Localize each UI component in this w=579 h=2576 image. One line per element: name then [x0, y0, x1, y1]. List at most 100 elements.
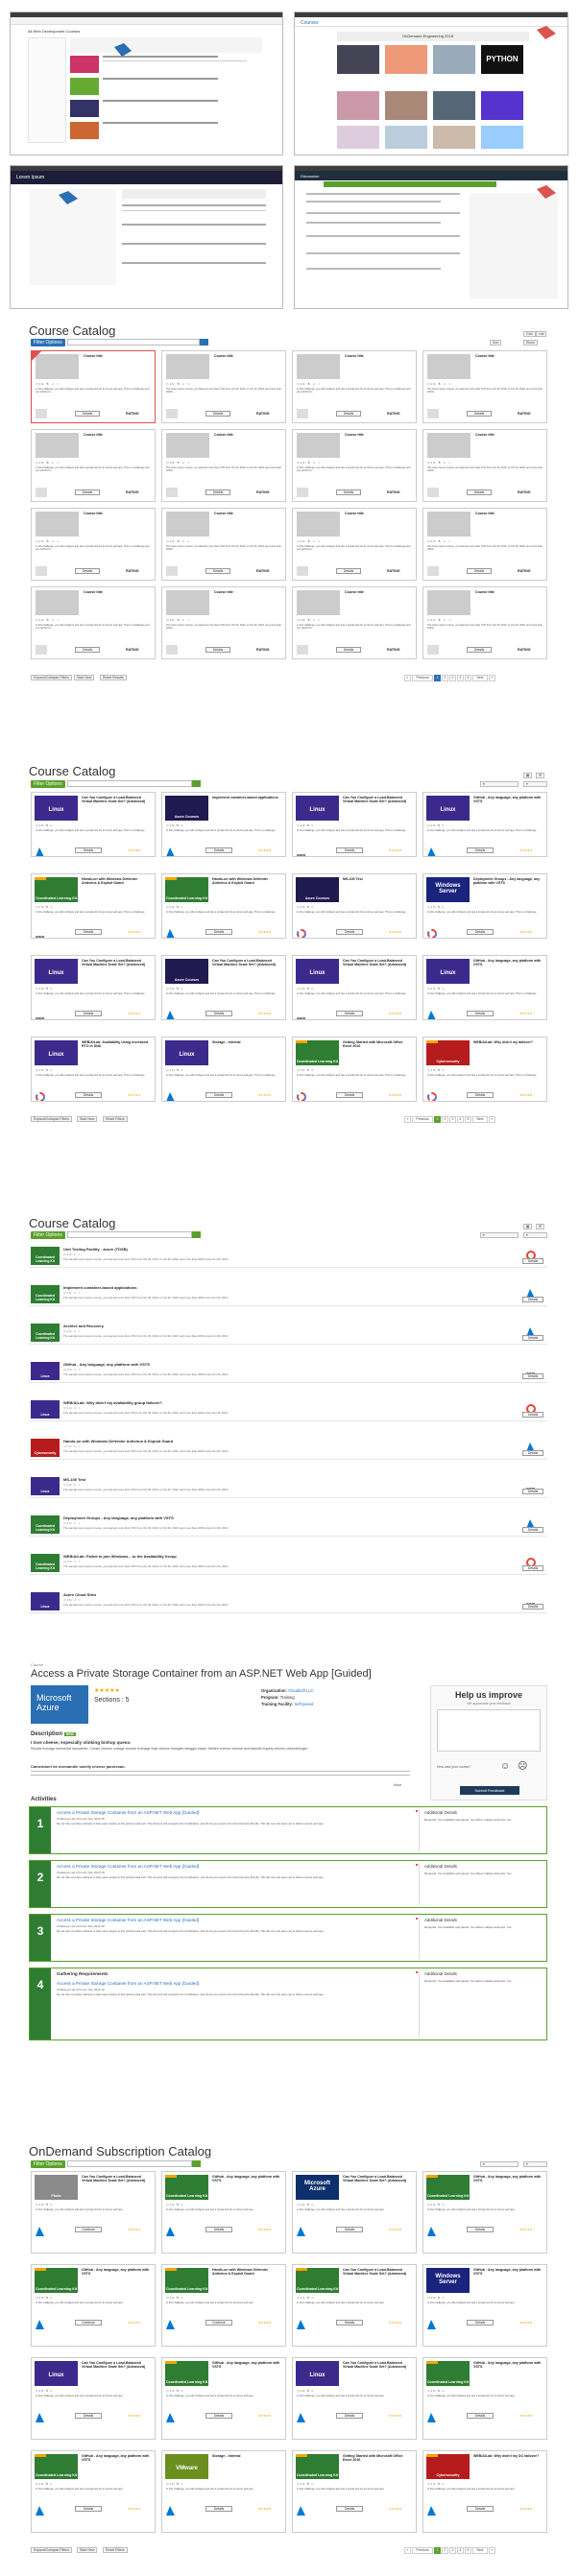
details-button[interactable]: Details [336, 568, 361, 574]
page-button[interactable]: 4 [457, 1116, 464, 1123]
details-button[interactable]: Details [75, 568, 100, 574]
details-button[interactable]: Details [467, 847, 494, 853]
details-button[interactable]: Details [75, 647, 100, 653]
last-page-button[interactable]: » [489, 1116, 495, 1123]
start-new-button[interactable]: Start New [77, 1116, 98, 1122]
next-page-button[interactable]: Next [472, 2547, 488, 2554]
search-button[interactable] [200, 339, 208, 346]
next-page-button[interactable]: Next [472, 1116, 488, 1123]
more-link[interactable]: More [394, 1783, 401, 1787]
details-button[interactable]: Details [205, 1092, 232, 1098]
details-button[interactable]: Details [336, 2320, 363, 2326]
details-button[interactable]: Details [467, 411, 492, 417]
sort-select[interactable]: Sort [490, 340, 502, 346]
sort-select[interactable]: ▾ [480, 2161, 519, 2167]
details-button[interactable]: Continue [205, 2320, 232, 2326]
grid-view-button[interactable]: Grid [523, 331, 536, 337]
filter-options-button[interactable]: Filter Options [31, 1231, 65, 1239]
show-select[interactable]: ▾ [523, 2161, 547, 2167]
page-button[interactable]: 5 [465, 2547, 471, 2554]
search-button[interactable] [192, 2160, 201, 2167]
details-button[interactable]: Details [75, 2413, 102, 2419]
feedback-textarea[interactable] [437, 1709, 541, 1752]
details-button[interactable]: Details [522, 1373, 543, 1379]
details-button[interactable]: Details [522, 1604, 543, 1610]
details-button[interactable]: Details [522, 1527, 543, 1533]
filter-options-button[interactable]: Filter Options [31, 2160, 65, 2168]
grid-view-button[interactable]: ▦ [523, 773, 533, 778]
details-button[interactable]: Details [75, 929, 102, 935]
details-button[interactable]: Details [75, 1092, 102, 1098]
last-page-button[interactable]: » [489, 675, 495, 681]
list-view-button[interactable]: ☰ [536, 1224, 545, 1229]
details-button[interactable]: Details [205, 2506, 232, 2512]
details-button[interactable]: Details [205, 1011, 232, 1016]
details-button[interactable]: Details [467, 2413, 494, 2419]
last-page-button[interactable]: » [489, 2547, 495, 2554]
show-select[interactable]: ▾ [523, 1232, 547, 1238]
details-button[interactable]: Details [75, 2506, 102, 2512]
details-button[interactable]: Details [467, 2227, 494, 2232]
details-button[interactable]: Details [522, 1489, 543, 1494]
reset-filters-button[interactable]: Reset Filters [103, 2547, 128, 2553]
details-button[interactable]: Details [336, 647, 361, 653]
details-button[interactable]: Details [205, 568, 230, 574]
sort-select[interactable]: ▾ [480, 781, 519, 787]
details-button[interactable]: Details [336, 2413, 363, 2419]
prev-page-button[interactable]: Previous [412, 2547, 433, 2554]
search-button[interactable] [192, 1231, 201, 1238]
details-button[interactable]: Details [205, 2413, 232, 2419]
details-button[interactable]: Details [205, 929, 232, 935]
details-button[interactable]: Details [205, 489, 230, 495]
first-page-button[interactable]: « [404, 2547, 411, 2554]
page-button[interactable]: 4 [457, 675, 464, 681]
submit-feedback-button[interactable]: Submit Feedback [460, 1786, 519, 1795]
details-button[interactable]: Details [467, 1011, 494, 1016]
page-button[interactable]: 1 [434, 675, 441, 681]
activity-title[interactable]: Access a Private Storage Container from … [57, 1918, 199, 1922]
details-button[interactable]: Details [522, 1335, 543, 1341]
reset-filters-button[interactable]: Reset Filters [103, 1116, 128, 1122]
details-button[interactable]: Details [467, 647, 492, 653]
details-button[interactable]: Details [522, 1412, 543, 1418]
details-button[interactable]: Details [205, 647, 230, 653]
details-button[interactable]: Continue [75, 2320, 102, 2326]
first-page-button[interactable]: « [404, 1116, 411, 1123]
filter-options-button[interactable]: Filter Options [31, 780, 65, 788]
details-button[interactable]: Details [336, 489, 361, 495]
list-view-button[interactable]: ☰ [536, 773, 545, 778]
details-button[interactable]: Details [467, 489, 492, 495]
first-page-button[interactable]: « [404, 675, 411, 681]
page-button[interactable]: 3 [449, 2547, 456, 2554]
page-button[interactable]: 5 [465, 675, 471, 681]
details-button[interactable]: Details [522, 1297, 543, 1302]
prev-page-button[interactable]: Previous [412, 675, 433, 681]
details-button[interactable]: Details [75, 1011, 102, 1016]
details-button[interactable]: Details [467, 929, 494, 935]
page-button[interactable]: 4 [457, 2547, 464, 2554]
grid-view-button[interactable]: ▦ [523, 1224, 533, 1229]
details-button[interactable]: Details [522, 1450, 543, 1456]
activity-title[interactable]: Access a Private Storage Container from … [57, 1810, 199, 1815]
page-button[interactable]: 2 [442, 2547, 448, 2554]
search-input[interactable] [67, 780, 192, 787]
start-new-button[interactable]: Start New [77, 2547, 98, 2553]
details-button[interactable]: Details [75, 411, 100, 417]
show-select[interactable]: ▾ [523, 781, 547, 787]
page-button[interactable]: 3 [449, 1116, 456, 1123]
page-button[interactable]: 1 [434, 2547, 441, 2554]
details-button[interactable]: Details [467, 1092, 494, 1098]
page-button[interactable]: 3 [449, 675, 456, 681]
details-button[interactable]: Details [336, 929, 363, 935]
page-button[interactable]: 1 [434, 1116, 441, 1123]
details-button[interactable]: Continue [75, 2227, 102, 2232]
details-button[interactable]: Details [467, 2320, 494, 2326]
sort-select[interactable]: ▾ [480, 1232, 519, 1238]
filter-options-button[interactable]: Filter Options [31, 339, 65, 346]
start-new-button[interactable]: Start New [74, 675, 95, 680]
search-button[interactable] [192, 780, 201, 787]
search-input[interactable] [67, 2160, 192, 2167]
search-input[interactable] [67, 339, 200, 346]
details-button[interactable]: Details [336, 411, 361, 417]
details-button[interactable]: Details [336, 1092, 363, 1098]
